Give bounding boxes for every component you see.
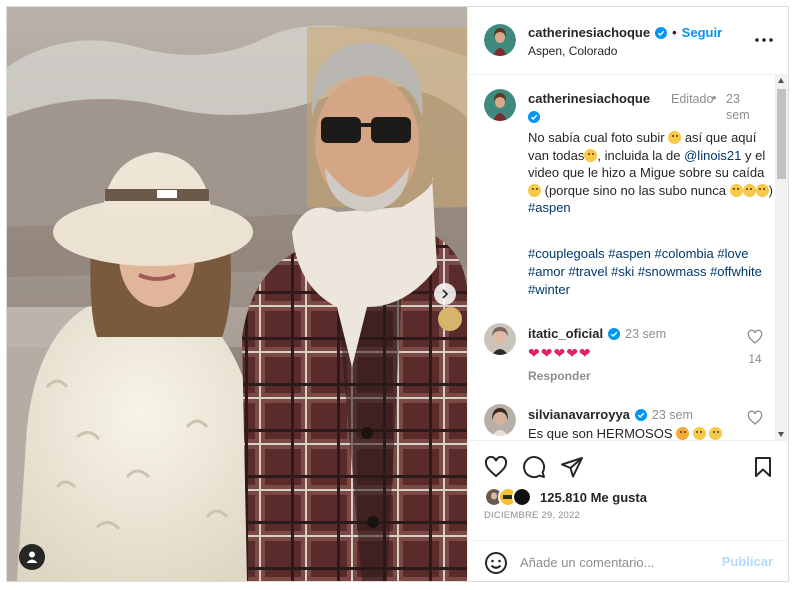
author-info: catherinesiachoque • Seguir — [528, 25, 722, 40]
carousel-next-button[interactable] — [434, 283, 456, 305]
carousel-next-icon — [442, 289, 449, 299]
comment-input[interactable] — [520, 551, 710, 573]
likers-avatars — [484, 487, 534, 507]
grin-emoji-icon — [584, 148, 598, 162]
comment-timestamp[interactable]: 23 sem — [625, 327, 666, 341]
caption-timestamp[interactable]: 23 sem — [726, 91, 754, 123]
verified-icon — [634, 408, 647, 421]
avatar-image — [484, 89, 516, 121]
mention-link[interactable]: @linois21 — [684, 148, 741, 163]
wink-emoji-icon — [729, 183, 743, 197]
caption-text-part: No sabía cual foto subir — [528, 130, 669, 145]
likes-count[interactable]: 125.810 Me gusta — [540, 490, 647, 505]
comment-timestamp[interactable]: 23 sem — [652, 408, 693, 422]
more-options-icon[interactable] — [753, 29, 775, 51]
wink-emoji-icon — [742, 183, 756, 197]
avatar-image — [484, 323, 516, 355]
comment-author: silvianavarroyya 23 sem — [528, 407, 693, 422]
share-icon[interactable] — [560, 455, 584, 479]
add-comment-bar: Publicar — [468, 540, 789, 581]
save-icon[interactable] — [751, 455, 775, 479]
avatar-image — [484, 24, 516, 56]
hashtag-link[interactable]: #aspen — [528, 200, 571, 215]
commenter-username[interactable]: silvianavarroyya — [528, 407, 630, 422]
scroll-thumb[interactable] — [777, 89, 786, 179]
liker-avatar — [512, 487, 532, 507]
smirk-emoji-icon — [668, 131, 682, 144]
reply-button[interactable]: Responder — [528, 369, 591, 383]
scroll-down-arrow-icon[interactable] — [778, 432, 784, 437]
emoji-icon[interactable] — [484, 551, 508, 575]
verified-icon — [608, 327, 621, 340]
verified-icon — [528, 111, 540, 123]
heart-icon[interactable] — [747, 410, 763, 426]
comment-text: ❤❤❤❤❤ — [528, 345, 592, 361]
kiss-emoji-icon — [709, 427, 723, 440]
comment-like-count: 14 — [748, 352, 762, 366]
commenter-avatar[interactable] — [484, 323, 516, 355]
comment-text-part: Es que son HERMOSOS — [528, 426, 677, 440]
author-avatar[interactable] — [484, 24, 516, 56]
author-username[interactable]: catherinesiachoque — [528, 25, 650, 40]
smile-emoji-icon — [692, 427, 706, 440]
heart-icon[interactable] — [484, 455, 508, 479]
commenter-avatar[interactable] — [484, 404, 516, 436]
comment-text: Es que son HERMOSOS — [528, 426, 723, 440]
comment-icon[interactable] — [522, 455, 546, 479]
post-actions: 125.810 Me gusta DICIEMBRE 29, 2022 — [468, 440, 789, 540]
separator-dot: • — [712, 91, 717, 105]
caption-text-part: (porque sino no las subo nunca — [541, 182, 730, 198]
verified-icon — [655, 26, 668, 39]
follow-button[interactable]: Seguir — [682, 25, 722, 40]
separator-dot: • — [672, 25, 677, 40]
comments-scrollbar[interactable] — [775, 75, 788, 440]
post-photo[interactable] — [7, 7, 467, 581]
wink-emoji-icon — [755, 183, 769, 197]
caption-author-avatar[interactable] — [484, 89, 516, 121]
photo-illustration — [7, 7, 467, 581]
comment-author: itatic_oficial 23 sem — [528, 326, 666, 341]
post-date[interactable]: DICIEMBRE 29, 2022 — [484, 510, 580, 521]
laughing-emoji-icon — [528, 183, 541, 197]
publish-button[interactable]: Publicar — [722, 554, 773, 569]
avatar-image — [484, 404, 516, 436]
caption-hashtags[interactable]: #couplegoals #aspen #colombia #love #amo… — [528, 245, 773, 299]
tagged-users-button[interactable] — [19, 544, 45, 570]
comments-list[interactable]: catherinesiachoque Editado • 23 sem No s… — [468, 75, 789, 440]
post-side-panel: catherinesiachoque • Seguir Aspen, Color… — [467, 7, 789, 581]
caption-text: No sabía cual foto subir así que aquí va… — [528, 129, 773, 217]
caption-text-part: ) — [768, 182, 773, 198]
caption-username[interactable]: catherinesiachoque — [528, 91, 650, 106]
heart-icon[interactable] — [747, 329, 763, 345]
post-dialog: catherinesiachoque • Seguir Aspen, Color… — [6, 6, 789, 582]
heart-eyes-emoji-icon — [676, 427, 690, 440]
post-location[interactable]: Aspen, Colorado — [528, 44, 617, 58]
user-tag-icon — [26, 551, 38, 563]
likes-summary[interactable]: 125.810 Me gusta — [484, 487, 647, 507]
post-header: catherinesiachoque • Seguir Aspen, Color… — [468, 7, 789, 75]
commenter-username[interactable]: itatic_oficial — [528, 326, 603, 341]
caption-text-part: , incluida la de — [597, 147, 685, 163]
scroll-up-arrow-icon[interactable] — [778, 78, 784, 83]
edited-label: Editado — [671, 92, 714, 106]
